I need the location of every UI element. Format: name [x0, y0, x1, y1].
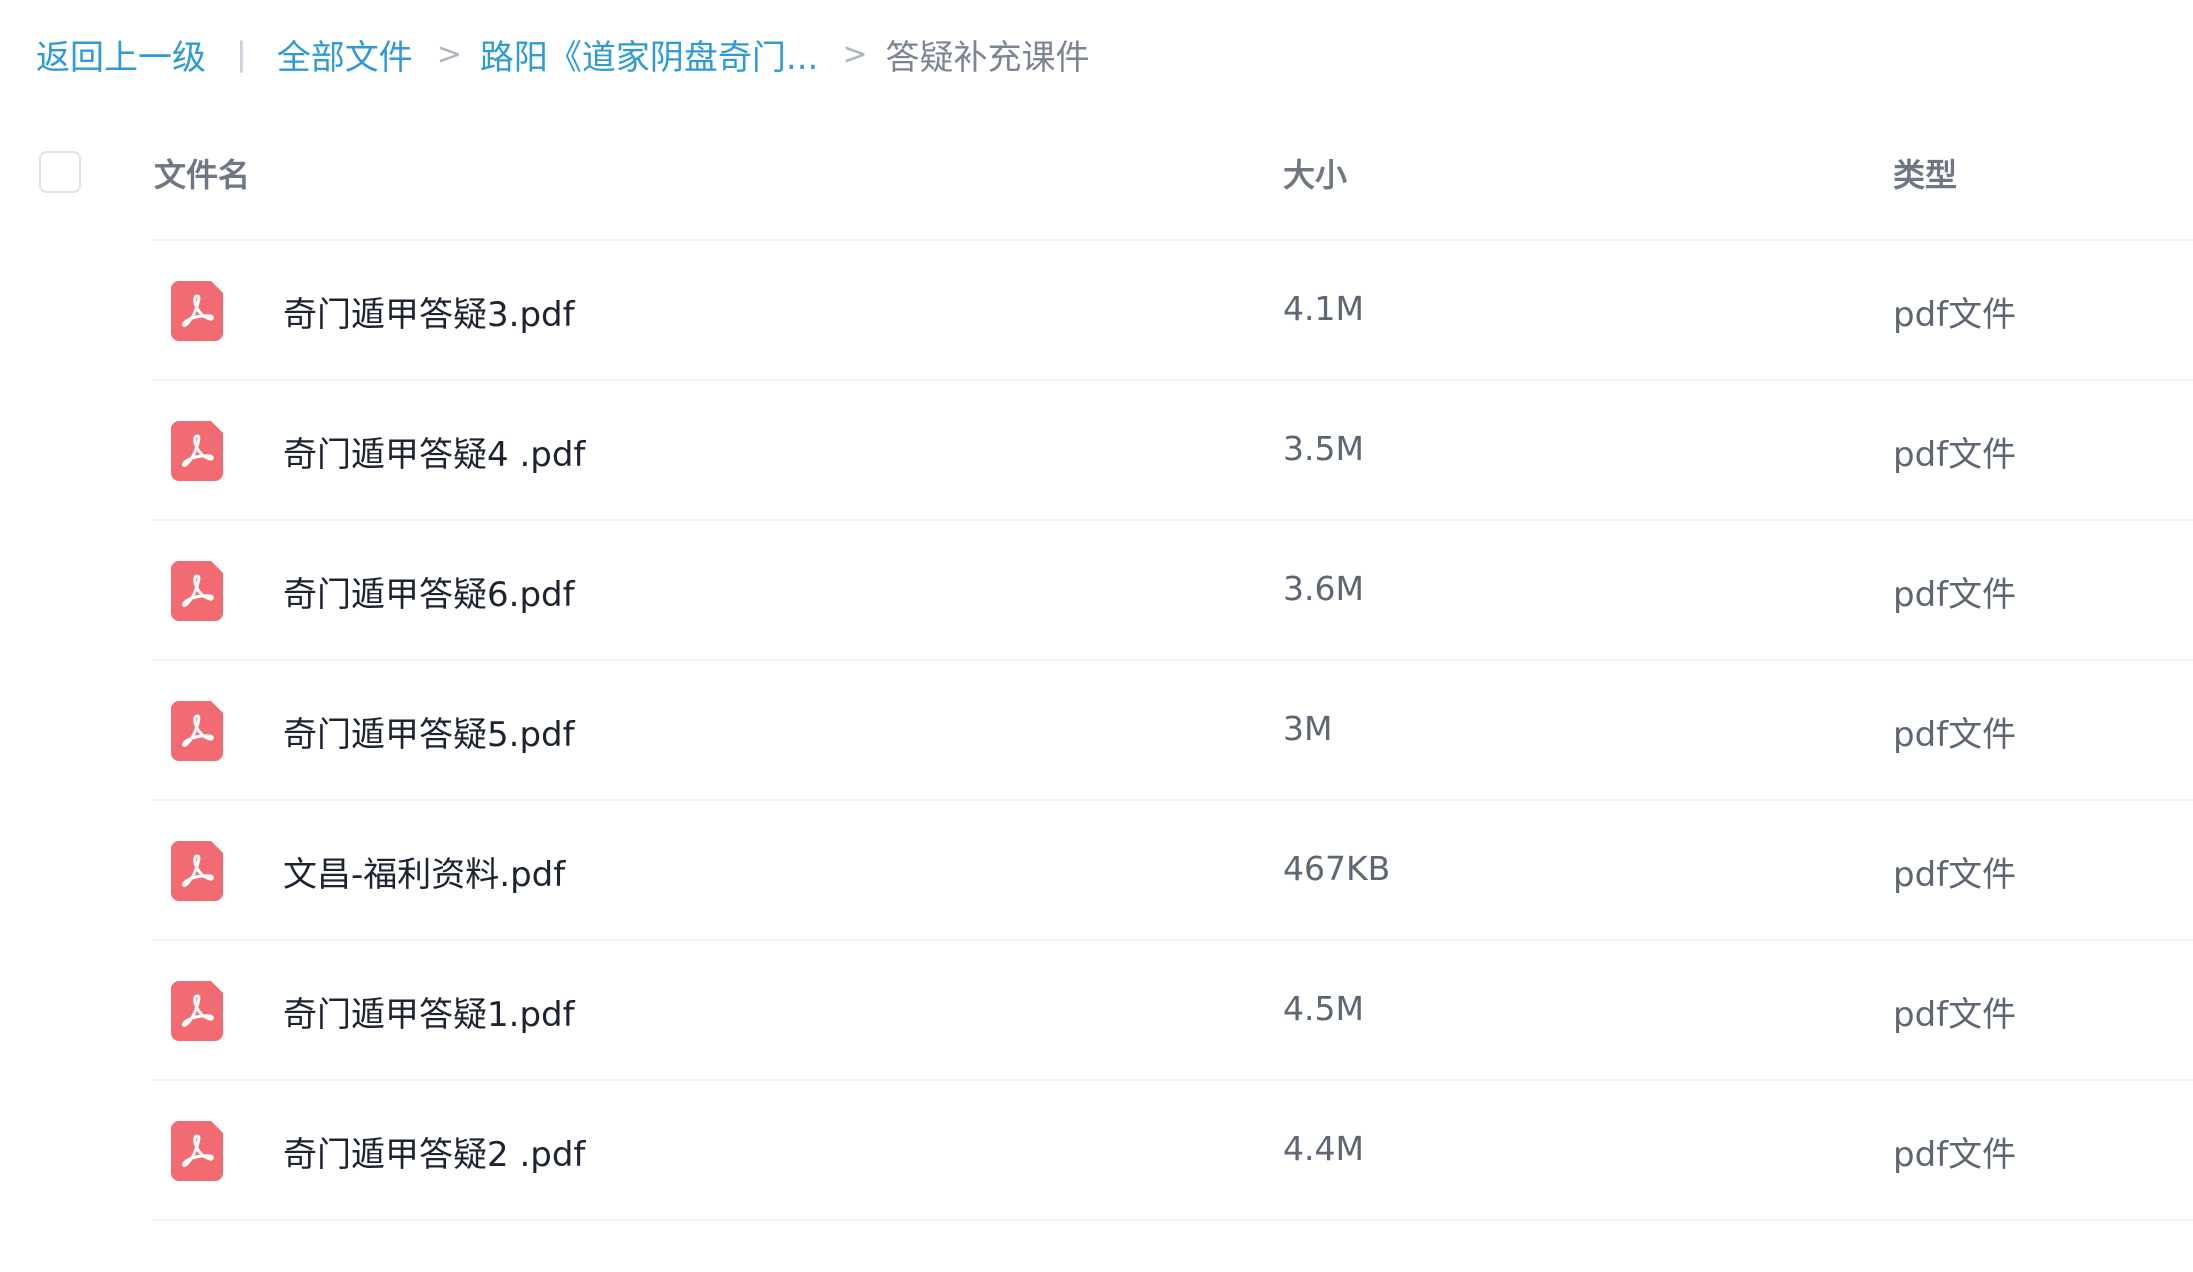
breadcrumb-all-files[interactable]: 全部文件: [277, 30, 413, 79]
file-name[interactable]: 奇门遁甲答疑1.pdf: [283, 987, 575, 1036]
file-name[interactable]: 奇门遁甲答疑3.pdf: [283, 287, 575, 336]
file-type: pdf文件: [1893, 1135, 2017, 1175]
file-row[interactable]: 奇门遁甲答疑3.pdf 4.1M pdf文件: [152, 241, 2193, 381]
file-type: pdf文件: [1893, 715, 2017, 755]
file-name[interactable]: 奇门遁甲答疑6.pdf: [283, 567, 575, 616]
pdf-file-icon: [171, 421, 223, 481]
file-size: 3M: [1283, 709, 1333, 748]
file-row[interactable]: 奇门遁甲答疑1.pdf 4.5M pdf文件: [152, 941, 2193, 1081]
column-header-size[interactable]: 大小: [1283, 150, 1347, 196]
column-header-type[interactable]: 类型: [1893, 150, 1957, 196]
pdf-file-icon: [171, 981, 223, 1041]
file-size: 4.1M: [1283, 289, 1364, 328]
back-link[interactable]: 返回上一级: [36, 30, 206, 79]
breadcrumb-separator-icon: >: [842, 36, 868, 72]
file-type: pdf文件: [1893, 435, 2017, 475]
pdf-file-icon: [171, 701, 223, 761]
file-row[interactable]: 奇门遁甲答疑5.pdf 3M pdf文件: [152, 661, 2193, 801]
select-all-checkbox[interactable]: [39, 151, 81, 193]
file-list: 奇门遁甲答疑3.pdf 4.1M pdf文件 奇门遁甲答疑4 .pdf 3.5M pdf文…: [152, 239, 2193, 1221]
file-row[interactable]: 奇门遁甲答疑2 .pdf 4.4M pdf文件: [152, 1081, 2193, 1221]
file-row[interactable]: 奇门遁甲答疑4 .pdf 3.5M pdf文件: [152, 381, 2193, 521]
file-type: pdf文件: [1893, 855, 2017, 895]
pdf-file-icon: [171, 1121, 223, 1181]
pdf-file-icon: [171, 281, 223, 341]
file-table-header: 文件名 大小 类型: [0, 140, 2193, 240]
file-name[interactable]: 奇门遁甲答疑5.pdf: [283, 707, 575, 756]
file-name[interactable]: 奇门遁甲答疑2 .pdf: [283, 1127, 585, 1176]
file-name[interactable]: 文昌-福利资料.pdf: [283, 847, 565, 896]
breadcrumb-separator-icon: >: [436, 36, 462, 72]
column-header-name[interactable]: 文件名: [154, 150, 250, 196]
pdf-file-icon: [171, 841, 223, 901]
file-size: 4.5M: [1283, 989, 1364, 1028]
breadcrumb-current-folder: 答疑补充课件: [885, 37, 1090, 78]
file-size: 3.5M: [1283, 429, 1364, 468]
file-type: pdf文件: [1893, 575, 2017, 615]
pdf-file-icon: [171, 561, 223, 621]
file-row[interactable]: 文昌-福利资料.pdf 467KB pdf文件: [152, 801, 2193, 941]
file-row[interactable]: 奇门遁甲答疑6.pdf 3.6M pdf文件: [152, 521, 2193, 661]
file-name[interactable]: 奇门遁甲答疑4 .pdf: [283, 427, 585, 476]
breadcrumb-divider: |: [236, 35, 247, 73]
breadcrumb-parent-folder[interactable]: 路阳《道家阴盘奇门...: [480, 30, 818, 79]
breadcrumb: 返回上一级 | 全部文件 > 路阳《道家阴盘奇门... > 答疑补充课件: [36, 24, 1090, 84]
file-type: pdf文件: [1893, 995, 2017, 1035]
file-size: 467KB: [1283, 849, 1391, 888]
file-size: 3.6M: [1283, 569, 1364, 608]
file-size: 4.4M: [1283, 1129, 1364, 1168]
file-type: pdf文件: [1893, 295, 2017, 335]
